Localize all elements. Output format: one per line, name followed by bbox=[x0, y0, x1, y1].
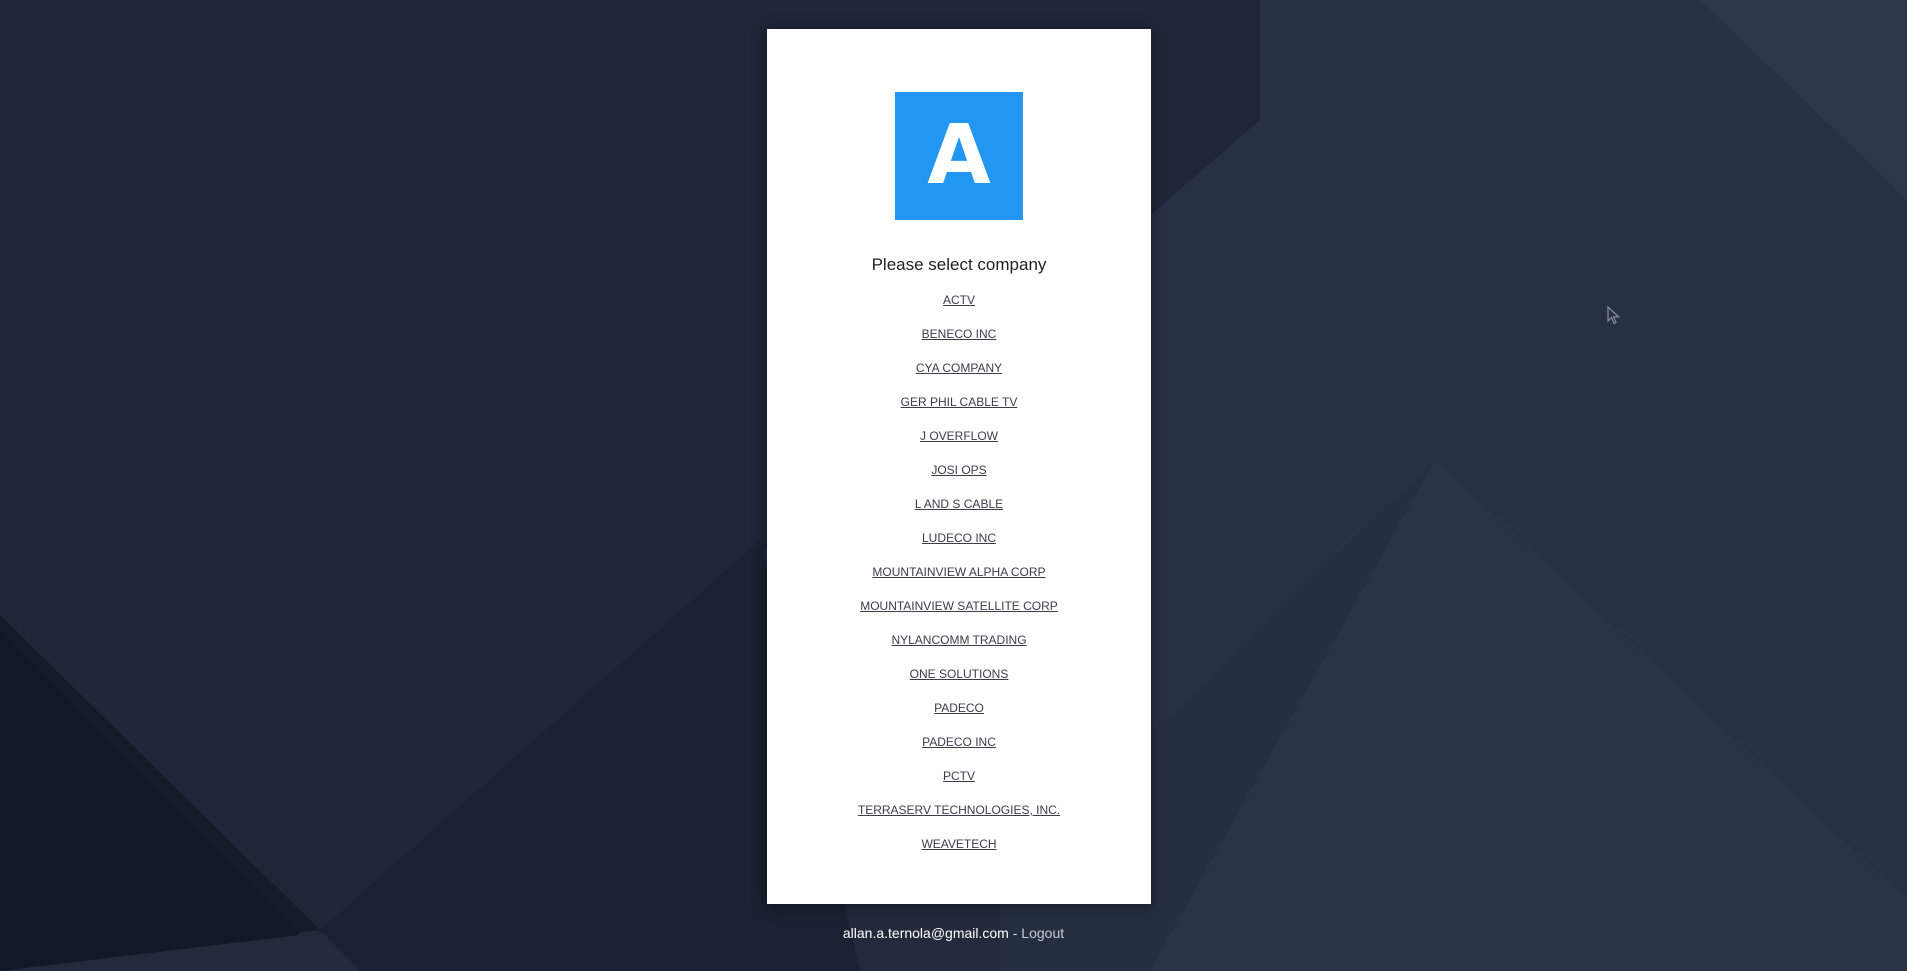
list-item: PCTV bbox=[767, 768, 1151, 802]
list-item: LUDECO INC bbox=[767, 530, 1151, 564]
company-link-j-overflow[interactable]: J OVERFLOW bbox=[920, 429, 998, 443]
company-link-weavetech[interactable]: WEAVETECH bbox=[921, 837, 996, 851]
company-link-beneco-inc[interactable]: BENECO INC bbox=[922, 327, 997, 341]
list-item: CYA COMPANY bbox=[767, 360, 1151, 394]
company-link-padeco[interactable]: PADECO bbox=[934, 701, 984, 715]
company-link-josi-ops[interactable]: JOSI OPS bbox=[931, 463, 986, 477]
list-item: TERRASERV TECHNOLOGIES, INC. bbox=[767, 802, 1151, 836]
user-footer: allan.a.ternola@gmail.com - Logout bbox=[0, 925, 1907, 941]
user-email: allan.a.ternola@gmail.com bbox=[842, 925, 1009, 941]
list-item: ACTV bbox=[767, 292, 1151, 326]
page-title: Please select company bbox=[871, 255, 1047, 274]
company-link-mountainview-alpha-corp[interactable]: MOUNTAINVIEW ALPHA CORP bbox=[872, 565, 1045, 579]
list-item: MOUNTAINVIEW ALPHA CORP bbox=[767, 564, 1151, 598]
list-item: PADECO INC bbox=[767, 734, 1151, 768]
list-item: BENECO INC bbox=[767, 326, 1151, 360]
company-link-nylancomm-trading[interactable]: NYLANCOMM TRADING bbox=[891, 633, 1026, 647]
list-item: PADECO bbox=[767, 700, 1151, 734]
company-link-mountainview-satellite-corp[interactable]: MOUNTAINVIEW SATELLITE CORP bbox=[860, 599, 1058, 613]
list-item: WEAVETECH bbox=[767, 836, 1151, 870]
company-link-padeco-inc[interactable]: PADECO INC bbox=[922, 735, 996, 749]
list-item: JOSI OPS bbox=[767, 462, 1151, 496]
list-item: L AND S CABLE bbox=[767, 496, 1151, 530]
list-item: MOUNTAINVIEW SATELLITE CORP bbox=[767, 598, 1151, 632]
company-link-l-and-s-cable[interactable]: L AND S CABLE bbox=[915, 497, 1003, 511]
company-link-ludeco-inc[interactable]: LUDECO INC bbox=[922, 531, 996, 545]
company-link-ger-phil-cable-tv[interactable]: GER PHIL CABLE TV bbox=[901, 395, 1018, 409]
list-item: NYLANCOMM TRADING bbox=[767, 632, 1151, 666]
logout-link[interactable]: Logout bbox=[1021, 925, 1064, 941]
mouse-pointer-icon bbox=[1607, 306, 1621, 325]
company-link-terraserv-technologies[interactable]: TERRASERV TECHNOLOGIES, INC. bbox=[858, 803, 1060, 817]
app-logo: A bbox=[895, 92, 1023, 220]
company-list: ACTV BENECO INC CYA COMPANY GER PHIL CAB… bbox=[767, 292, 1151, 870]
company-link-one-solutions[interactable]: ONE SOLUTIONS bbox=[910, 667, 1009, 681]
list-item: GER PHIL CABLE TV bbox=[767, 394, 1151, 428]
footer-separator: - bbox=[1008, 925, 1022, 941]
company-select-card: A Please select company ACTV BENECO INC … bbox=[767, 29, 1151, 904]
company-link-cya-company[interactable]: CYA COMPANY bbox=[916, 361, 1002, 375]
list-item: ONE SOLUTIONS bbox=[767, 666, 1151, 700]
list-item: J OVERFLOW bbox=[767, 428, 1151, 462]
company-link-actv[interactable]: ACTV bbox=[943, 293, 975, 307]
company-link-pctv[interactable]: PCTV bbox=[943, 769, 975, 783]
